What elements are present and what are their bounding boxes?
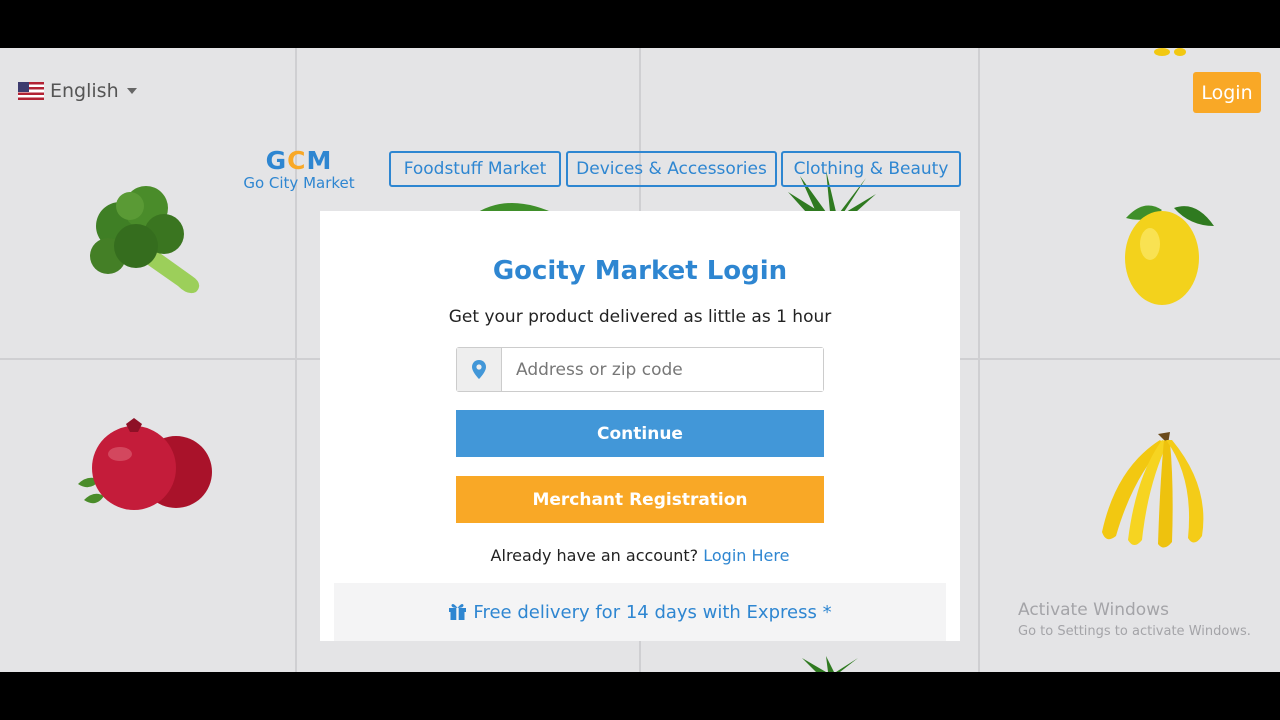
nav-devices-accessories[interactable]: Devices & Accessories [566, 151, 777, 187]
pomegranate-image [78, 418, 212, 510]
watermark-title: Activate Windows [1018, 600, 1169, 620]
account-prompt-text: Already have an account? [490, 546, 699, 565]
language-selector[interactable]: English [18, 80, 137, 102]
lemon-image [1125, 205, 1214, 305]
letterbox-bottom [0, 672, 1280, 720]
address-field-group [456, 347, 824, 392]
grid-line [978, 48, 980, 672]
broccoli-image [90, 186, 200, 294]
nav-foodstuff-market[interactable]: Foodstuff Market [389, 151, 561, 187]
continue-button[interactable]: Continue [456, 410, 824, 457]
pineapple-leaves-image [802, 656, 858, 672]
grid-line [295, 48, 297, 672]
login-title: Gocity Market Login [492, 256, 788, 286]
nav-clothing-beauty[interactable]: Clothing & Beauty [781, 151, 961, 187]
logo-text: Go City Market [243, 174, 355, 192]
activate-windows-watermark: Activate Windows Go to Settings to activ… [1018, 600, 1251, 639]
banana-tip-image [1154, 48, 1186, 56]
logo[interactable]: GCM Go City Market [226, 146, 372, 193]
caret-down-icon [126, 88, 137, 94]
promo-banner[interactable]: Free delivery for 14 days with Express * [334, 583, 946, 641]
login-button[interactable]: Login [1193, 72, 1261, 113]
promo-text: Free delivery for 14 days with Express * [473, 601, 832, 623]
us-flag-icon [18, 82, 44, 100]
merchant-registration-button[interactable]: Merchant Registration [456, 476, 824, 523]
page-background: English Login GCM Go City Market Foodstu… [0, 48, 1280, 672]
logo-mark: GCM [265, 146, 333, 175]
account-prompt: Already have an account? Login Here [320, 546, 960, 565]
letterbox-top [0, 0, 1280, 48]
login-here-link[interactable]: Login Here [703, 546, 789, 565]
address-input[interactable] [502, 348, 823, 391]
watermark-subtitle: Go to Settings to activate Windows. [1018, 624, 1251, 639]
login-subtitle: Get your product delivered as little as … [448, 307, 832, 327]
language-label: English [50, 80, 119, 102]
login-card: Gocity Market Login Get your product del… [320, 211, 960, 641]
banana-image [1102, 432, 1204, 548]
gift-icon [449, 604, 467, 620]
map-marker-icon [457, 348, 502, 391]
